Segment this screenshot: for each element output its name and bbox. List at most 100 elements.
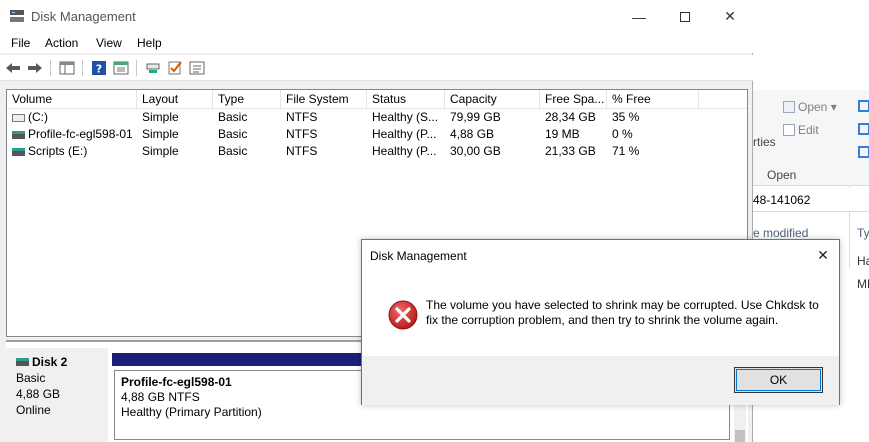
column-header-volume[interactable]: Volume	[7, 90, 137, 109]
help-icon: ?	[92, 60, 106, 75]
dialog-title: Disk Management	[370, 249, 467, 263]
table-row[interactable]: Profile-fc-egl598-01 Simple Basic NTFS H…	[7, 126, 747, 143]
column-date-modified[interactable]: e modified	[753, 226, 808, 240]
menu-file[interactable]: File	[11, 36, 30, 50]
disk-size: 4,88 GB	[16, 387, 61, 401]
column-header-free-space[interactable]: Free Spa...	[540, 90, 607, 109]
forward-button[interactable]	[26, 59, 44, 76]
cell-percent-free: 71 %	[612, 144, 640, 158]
toolbar-separator	[136, 60, 137, 76]
invert-selection-icon[interactable]	[858, 146, 869, 158]
cell-free-space: 21,33 GB	[545, 144, 596, 158]
partition-status: Healthy (Primary Partition)	[121, 405, 262, 419]
volume-icon	[12, 131, 25, 139]
disk-icon	[16, 358, 29, 366]
cell-status: Healthy (P...	[372, 127, 437, 141]
disk-label[interactable]: Disk 2 Basic 4,88 GB Online	[6, 348, 108, 442]
maximize-icon	[680, 11, 690, 22]
ribbon-properties-fragment[interactable]: rties	[753, 135, 776, 149]
dialog-footer: OK	[362, 356, 839, 405]
title-bar[interactable]: Disk Management — ✕	[0, 0, 753, 33]
explorer-row-fragment: MB	[857, 277, 869, 291]
disk-name: Disk 2	[32, 355, 68, 369]
list-icon	[189, 61, 205, 74]
close-icon: ✕	[724, 8, 736, 24]
dialog-message: The volume you have selected to shrink m…	[426, 298, 819, 327]
cell-layout: Simple	[142, 127, 179, 141]
disk-status: Online	[16, 403, 51, 417]
scrollbar-thumb[interactable]	[735, 430, 745, 442]
back-arrow-icon	[6, 62, 20, 73]
column-header-capacity[interactable]: Capacity	[445, 90, 540, 109]
column-header-type[interactable]: Type	[213, 90, 281, 109]
ribbon-edit-button[interactable]: Edit	[783, 123, 819, 137]
dialog-body: The volume you have selected to shrink m…	[362, 272, 839, 356]
forward-arrow-icon	[28, 62, 42, 73]
maximize-button[interactable]	[662, 0, 708, 33]
cell-layout: Simple	[142, 144, 179, 158]
cell-type: Basic	[218, 110, 248, 124]
cell-file-system: NTFS	[286, 144, 318, 158]
cell-percent-free: 0 %	[612, 127, 633, 141]
disk-type: Basic	[16, 371, 46, 385]
menu-help[interactable]: Help	[137, 36, 162, 50]
table-row[interactable]: (C:) Simple Basic NTFS Healthy (S... 79,…	[7, 109, 747, 126]
cell-volume: Scripts (E:)	[28, 144, 88, 158]
cell-capacity: 30,00 GB	[450, 144, 501, 158]
toolbar: ?	[0, 55, 753, 81]
volume-icon	[12, 148, 25, 156]
ok-button[interactable]: OK	[734, 367, 823, 393]
column-header-file-system[interactable]: File System	[281, 90, 367, 109]
cell-type: Basic	[218, 144, 248, 158]
minimize-button[interactable]: —	[616, 0, 662, 33]
ribbon-open-button[interactable]: Open ▾	[783, 100, 837, 114]
edit-icon	[783, 124, 795, 136]
select-all-icon[interactable]	[858, 100, 869, 112]
close-icon: ✕	[817, 246, 829, 263]
menu-action[interactable]: Action	[45, 36, 78, 50]
check-button[interactable]	[166, 59, 184, 76]
select-none-icon[interactable]	[858, 123, 869, 135]
ribbon-group-open-label: Open	[767, 168, 797, 182]
svg-text:?: ?	[96, 62, 102, 75]
window-title: Disk Management	[31, 9, 136, 24]
cell-file-system: NTFS	[286, 127, 318, 141]
cell-volume: (C:)	[28, 110, 48, 124]
menu-view[interactable]: View	[96, 36, 122, 50]
connect-icon	[146, 63, 160, 73]
back-button[interactable]	[4, 59, 22, 76]
close-button[interactable]: ✕	[707, 0, 753, 33]
minimize-icon: —	[632, 8, 646, 25]
list-button[interactable]	[188, 59, 206, 76]
cell-type: Basic	[218, 127, 248, 141]
column-header-layout[interactable]: Layout	[137, 90, 213, 109]
console-tree-icon	[59, 61, 75, 74]
connect-button[interactable]	[144, 59, 162, 76]
column-header-status[interactable]: Status	[367, 90, 445, 109]
volume-list-header: Volume Layout Type File System Status Ca…	[7, 90, 747, 109]
help-button[interactable]: ?	[90, 59, 108, 76]
column-header-percent-free[interactable]: % Free	[607, 90, 699, 109]
cell-volume: Profile-fc-egl598-01	[28, 127, 133, 141]
column-type[interactable]: Typ	[857, 226, 869, 240]
cell-capacity: 79,99 GB	[450, 110, 501, 124]
cell-capacity: 4,88 GB	[450, 127, 495, 141]
properties-icon	[113, 61, 129, 74]
address-bar[interactable]: 48-141062	[753, 188, 869, 212]
menu-bar: File Action View Help	[0, 33, 753, 53]
cell-layout: Simple	[142, 110, 179, 124]
volume-icon	[12, 114, 25, 122]
console-tree-button[interactable]	[58, 59, 76, 76]
cell-free-space: 19 MB	[545, 127, 580, 141]
toolbar-separator	[50, 60, 51, 76]
error-icon	[388, 300, 418, 330]
properties-button[interactable]	[112, 59, 130, 76]
checkmark-icon	[168, 60, 182, 74]
cell-status: Healthy (S...	[372, 110, 439, 124]
explorer-row-fragment: Ha	[857, 254, 869, 268]
cell-file-system: NTFS	[286, 110, 318, 124]
toolbar-separator	[82, 60, 83, 76]
table-row[interactable]: Scripts (E:) Simple Basic NTFS Healthy (…	[7, 143, 747, 160]
disk-management-app-icon	[10, 10, 24, 22]
dialog-close-button[interactable]: ✕	[813, 245, 833, 265]
